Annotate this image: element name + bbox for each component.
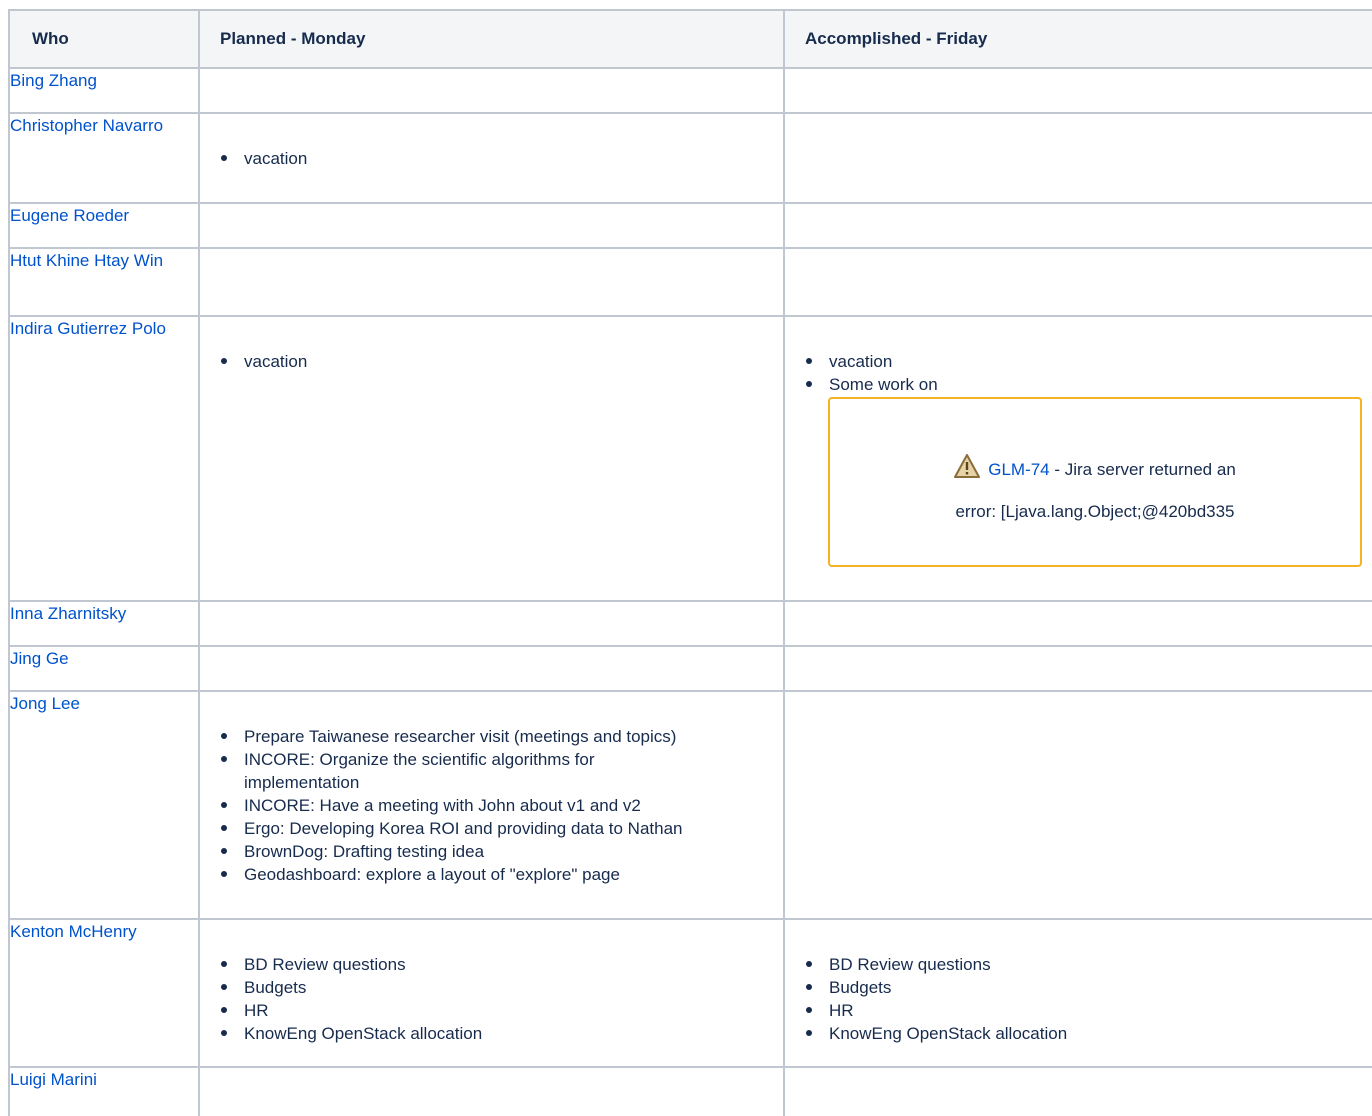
list-item: BD Review questions — [221, 953, 783, 976]
accomplished-cell: BD Review questions Budgets HR KnowEng O… — [783, 918, 1372, 1068]
list-item: Budgets — [221, 976, 783, 999]
table-row: Inna Zharnitsky — [8, 600, 1372, 647]
list-item: vacation — [806, 350, 1372, 373]
list-item: vacation — [221, 350, 783, 373]
accomplished-list: vacation Some work on — [785, 350, 1372, 396]
planned-cell — [198, 1066, 785, 1116]
planned-cell — [198, 645, 785, 692]
person-link[interactable]: Indira Gutierrez Polo — [10, 319, 166, 338]
list-item: Prepare Taiwanese researcher visit (meet… — [221, 725, 783, 748]
table-row: Jing Ge — [8, 645, 1372, 692]
accomplished-column-header: Accomplished - Friday — [783, 9, 1372, 69]
list-item: BD Review questions — [806, 953, 1372, 976]
who-cell: Luigi Marini — [8, 1066, 200, 1116]
planned-cell: BD Review questions Budgets HR KnowEng O… — [198, 918, 785, 1068]
who-cell: Indira Gutierrez Polo — [8, 315, 200, 602]
planned-cell — [198, 67, 785, 114]
accomplished-cell — [783, 202, 1372, 249]
list-item: INCORE: Organize the scientific algorith… — [221, 748, 684, 794]
planned-list: BD Review questions Budgets HR KnowEng O… — [200, 953, 783, 1045]
accomplished-cell — [783, 690, 1372, 920]
accomplished-list: BD Review questions Budgets HR KnowEng O… — [785, 953, 1372, 1045]
list-item: Ergo: Developing Korea ROI and providing… — [221, 817, 783, 840]
person-link[interactable]: Inna Zharnitsky — [10, 604, 126, 623]
planned-cell: vacation — [198, 112, 785, 204]
list-item: BrownDog: Drafting testing idea — [221, 840, 783, 863]
person-link[interactable]: Kenton McHenry — [10, 922, 137, 941]
who-cell: Jing Ge — [8, 645, 200, 692]
jira-error-message-part2: error: [Ljava.lang.Object;@420bd335 — [955, 502, 1235, 521]
planned-list: vacation — [200, 147, 783, 170]
list-item: INCORE: Have a meeting with John about v… — [221, 794, 783, 817]
accomplished-cell: vacation Some work on GLM-74 - Jira serv… — [783, 315, 1372, 602]
planned-column-header: Planned - Monday — [198, 9, 785, 69]
who-cell: Bing Zhang — [8, 67, 200, 114]
table-row: Bing Zhang — [8, 67, 1372, 114]
person-link[interactable]: Jong Lee — [10, 694, 80, 713]
accomplished-cell — [783, 645, 1372, 692]
jira-error-macro: GLM-74 - Jira server returned an error: … — [828, 397, 1362, 567]
table-row: Indira Gutierrez Polo vacation vacation … — [8, 315, 1372, 602]
person-link[interactable]: Luigi Marini — [10, 1070, 97, 1089]
who-cell: Inna Zharnitsky — [8, 600, 200, 647]
accomplished-cell — [783, 67, 1372, 114]
who-cell: Christopher Navarro — [8, 112, 200, 204]
person-link[interactable]: Eugene Roeder — [10, 206, 129, 225]
jira-error-message-part1: - Jira server returned an — [1049, 460, 1236, 479]
planned-list: Prepare Taiwanese researcher visit (meet… — [200, 725, 783, 886]
table-row: Luigi Marini — [8, 1066, 1372, 1116]
list-item: Geodashboard: explore a layout of "explo… — [221, 863, 783, 886]
planned-list: vacation — [200, 350, 783, 373]
status-table: Who Planned - Monday Accomplished - Frid… — [8, 9, 1372, 1116]
person-link[interactable]: Christopher Navarro — [10, 116, 163, 135]
list-item: vacation — [221, 147, 783, 170]
planned-cell — [198, 202, 785, 249]
jira-issue-link[interactable]: GLM-74 — [988, 460, 1049, 479]
planned-cell — [198, 247, 785, 317]
warning-icon — [954, 454, 981, 478]
person-link[interactable]: Htut Khine Htay Win — [10, 251, 163, 270]
list-item: HR — [221, 999, 783, 1022]
planned-cell: vacation — [198, 315, 785, 602]
planned-cell — [198, 600, 785, 647]
accomplished-cell — [783, 1066, 1372, 1116]
table-row: Jong Lee Prepare Taiwanese researcher vi… — [8, 690, 1372, 920]
list-item: KnowEng OpenStack allocation — [806, 1022, 1372, 1045]
table-row: Kenton McHenry BD Review questions Budge… — [8, 918, 1372, 1068]
person-link[interactable]: Bing Zhang — [10, 71, 97, 90]
list-item: KnowEng OpenStack allocation — [221, 1022, 783, 1045]
planned-cell: Prepare Taiwanese researcher visit (meet… — [198, 690, 785, 920]
who-cell: Jong Lee — [8, 690, 200, 920]
accomplished-cell — [783, 247, 1372, 317]
table-row: Christopher Navarro vacation — [8, 112, 1372, 204]
table-row: Eugene Roeder — [8, 202, 1372, 249]
who-column-header: Who — [8, 9, 200, 69]
accomplished-cell — [783, 600, 1372, 647]
jira-error-line-1: GLM-74 - Jira server returned an — [830, 449, 1360, 491]
accomplished-cell — [783, 112, 1372, 204]
list-item: Some work on — [806, 373, 1372, 396]
who-cell: Kenton McHenry — [8, 918, 200, 1068]
list-item: Budgets — [806, 976, 1372, 999]
who-cell: Eugene Roeder — [8, 202, 200, 249]
table-header-row: Who Planned - Monday Accomplished - Frid… — [8, 9, 1372, 69]
who-cell: Htut Khine Htay Win — [8, 247, 200, 317]
person-link[interactable]: Jing Ge — [10, 649, 69, 668]
list-item: HR — [806, 999, 1372, 1022]
table-row: Htut Khine Htay Win — [8, 247, 1372, 317]
